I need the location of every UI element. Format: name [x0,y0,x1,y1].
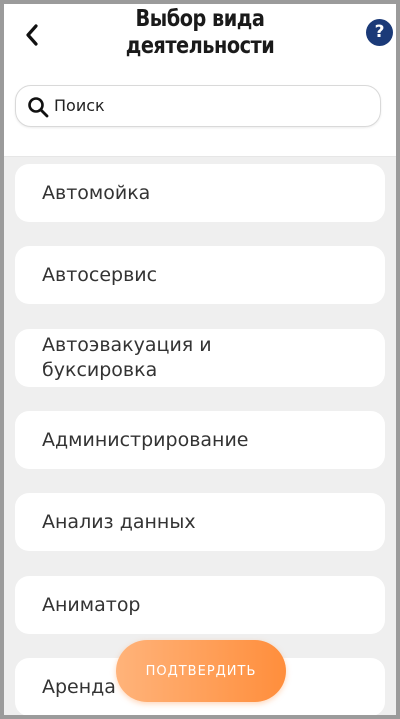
list-item-label: Аниматор [42,593,141,616]
back-button[interactable] [18,18,46,52]
activity-list: Автомойка Автосервис Автоэвакуация и бук… [4,156,396,715]
screen-frame: Выбор вида деятельности ? Автомойка Авто… [4,4,396,715]
list-item[interactable]: Аниматор [15,576,385,634]
help-button[interactable]: ? [366,19,393,46]
chevron-left-icon [26,24,38,46]
search-icon [28,97,49,118]
search-input[interactable] [54,86,370,125]
list-item-label: Автомойка [42,181,151,204]
search-bar [15,85,381,127]
list-item-label: Администрирование [42,428,249,451]
confirm-button[interactable]: ПОДТВЕРДИТЬ [116,640,286,702]
list-item[interactable]: Автоэвакуация и буксировка [15,329,385,387]
header: Выбор вида деятельности ? [4,4,396,157]
page-title: Выбор вида деятельности [125,6,275,59]
list-item-label: Автоэвакуация и буксировка [42,334,212,381]
list-item-label: Анализ данных [42,510,196,533]
list-item[interactable]: Администрирование [15,411,385,469]
list-item[interactable]: Автомойка [15,164,385,222]
list-item-label: Автосервис [42,263,158,286]
list-item[interactable]: Анализ данных [15,493,385,551]
list-item[interactable]: Автосервис [15,246,385,304]
